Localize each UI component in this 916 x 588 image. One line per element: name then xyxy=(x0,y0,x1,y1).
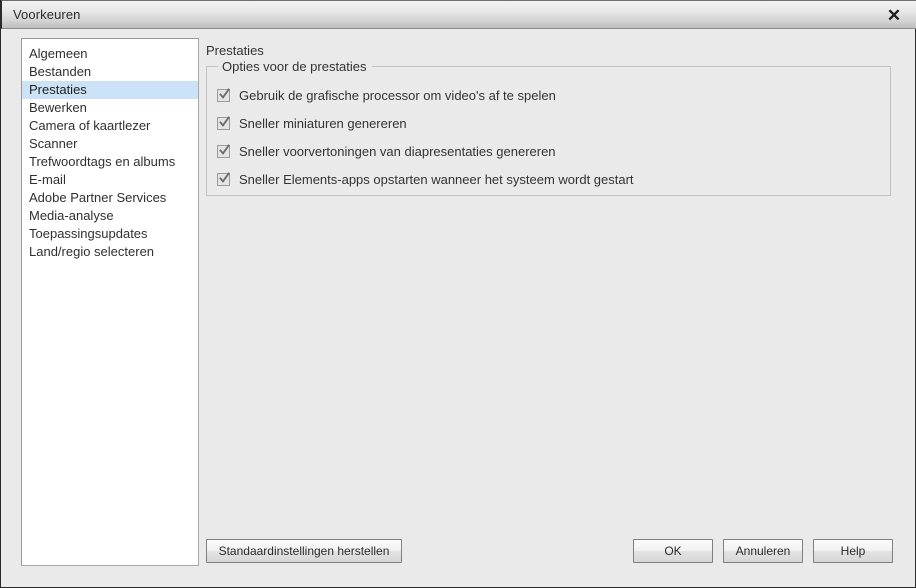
sidebar-item-bewerken[interactable]: Bewerken xyxy=(22,99,198,117)
checkmark-icon xyxy=(219,116,230,127)
preferences-dialog: Voorkeuren ✕ Algemeen Bestanden Prestati… xyxy=(0,0,916,588)
close-button[interactable]: ✕ xyxy=(872,1,916,29)
cancel-button[interactable]: Annuleren xyxy=(723,539,803,563)
checkbox-faster-app-start[interactable] xyxy=(217,172,230,186)
sidebar-item-algemeen[interactable]: Algemeen xyxy=(22,45,198,63)
checkbox-label-use-gpu: Gebruik de grafische processor om video'… xyxy=(239,88,556,103)
sidebar-item-toepassingsupdates[interactable]: Toepassingsupdates xyxy=(22,225,198,243)
window-title: Voorkeuren xyxy=(13,7,81,22)
sidebar-item-trefwoordtags-en-albums[interactable]: Trefwoordtags en albums xyxy=(22,153,198,171)
page-title: Prestaties xyxy=(206,43,264,58)
sidebar-item-e-mail[interactable]: E-mail xyxy=(22,171,198,189)
checkbox-row-faster-app-start[interactable]: Sneller Elements-apps opstarten wanneer … xyxy=(217,172,634,187)
checkmark-icon xyxy=(219,88,230,99)
sidebar-item-bestanden[interactable]: Bestanden xyxy=(22,63,198,81)
category-list[interactable]: Algemeen Bestanden Prestaties Bewerken C… xyxy=(21,38,199,566)
title-bar: Voorkeuren ✕ xyxy=(1,0,916,29)
checkbox-label-faster-slideshow-previews: Sneller voorvertoningen van diapresentat… xyxy=(239,144,556,159)
sidebar-item-media-analyse[interactable]: Media-analyse xyxy=(22,207,198,225)
checkbox-row-use-gpu[interactable]: Gebruik de grafische processor om video'… xyxy=(217,88,556,103)
category-list-items: Algemeen Bestanden Prestaties Bewerken C… xyxy=(22,39,198,261)
sidebar-item-scanner[interactable]: Scanner xyxy=(22,135,198,153)
checkbox-label-faster-app-start: Sneller Elements-apps opstarten wanneer … xyxy=(239,172,634,187)
sidebar-item-land-regio-selecteren[interactable]: Land/regio selecteren xyxy=(22,243,198,261)
performance-options-group: Opties voor de prestaties Gebruik de gra… xyxy=(206,59,891,196)
checkbox-use-gpu[interactable] xyxy=(217,88,230,102)
checkbox-faster-thumbnails[interactable] xyxy=(217,116,230,130)
checkmark-icon xyxy=(219,172,230,183)
close-icon: ✕ xyxy=(886,5,902,25)
checkbox-faster-slideshow-previews[interactable] xyxy=(217,144,230,158)
checkbox-row-faster-slideshow-previews[interactable]: Sneller voorvertoningen van diapresentat… xyxy=(217,144,556,159)
sidebar-item-camera-of-kaartlezer[interactable]: Camera of kaartlezer xyxy=(22,117,198,135)
restore-defaults-button[interactable]: Standaardinstellingen herstellen xyxy=(206,539,402,563)
group-legend: Opties voor de prestaties xyxy=(218,59,372,74)
checkbox-row-faster-thumbnails[interactable]: Sneller miniaturen genereren xyxy=(217,116,407,131)
ok-button[interactable]: OK xyxy=(633,539,713,563)
checkbox-label-faster-thumbnails: Sneller miniaturen genereren xyxy=(239,116,407,131)
sidebar-item-adobe-partner-services[interactable]: Adobe Partner Services xyxy=(22,189,198,207)
help-button[interactable]: Help xyxy=(813,539,893,563)
sidebar-item-prestaties[interactable]: Prestaties xyxy=(22,81,198,99)
checkmark-icon xyxy=(219,144,230,155)
